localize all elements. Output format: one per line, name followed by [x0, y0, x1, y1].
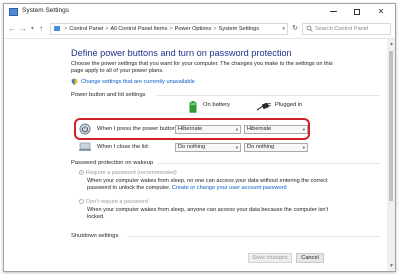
close-icon: ✕: [377, 7, 385, 16]
battery-icon: [189, 101, 197, 113]
lid-close-label: When I close the lid:: [97, 144, 150, 150]
lid-close-battery-value: Do nothing: [178, 144, 206, 150]
close-button[interactable]: ✕: [370, 4, 392, 20]
shutdown-section-title: Shutdown settings: [71, 233, 119, 239]
breadcrumb-system-settings[interactable]: System Settings: [219, 26, 259, 32]
recent-locations-button[interactable]: ▾: [31, 23, 34, 35]
address-dropdown-icon[interactable]: ▾: [282, 24, 285, 34]
cancel-button[interactable]: Cancel: [296, 253, 324, 263]
chevron-down-icon: ▾: [302, 127, 305, 132]
system-settings-window: System Settings ✕ ← → ▾ ↑ > Control Panel…: [3, 3, 396, 272]
require-password-desc-1: When your computer wakes from sleep, no …: [87, 178, 328, 184]
dont-require-password-option[interactable]: Don't require a password: [79, 199, 148, 205]
breadcrumb-power-options[interactable]: Power Options: [175, 26, 212, 32]
intro-text: Choose the power settings that you want …: [71, 61, 333, 74]
control-panel-icon: [54, 26, 60, 32]
address-bar[interactable]: > Control Panel > All Control Panel Items > P…: [50, 23, 288, 35]
breadcrumb-control-panel[interactable]: Control Panel: [69, 26, 103, 32]
lid-close-battery-select[interactable]: Do nothing ▾: [175, 143, 241, 152]
save-changes-button[interactable]: Save changes: [248, 253, 292, 263]
divider: [157, 95, 380, 96]
require-password-desc-row: password to unlock the computer. Create …: [87, 185, 287, 192]
power-button-battery-select[interactable]: Hibernate ▾: [175, 125, 241, 134]
maximize-button[interactable]: [346, 4, 368, 20]
lid-close-plugged-value: Do nothing: [247, 144, 275, 150]
power-button-battery-value: Hibernate: [178, 126, 203, 132]
change-settings-link[interactable]: Change settings that are currently unava…: [81, 79, 195, 85]
back-button[interactable]: ←: [8, 23, 16, 35]
power-button-plugged-value: Hibernate: [247, 126, 272, 132]
power-button-label: When I press the power button:: [97, 126, 178, 132]
lid-close-plugged-select[interactable]: Do nothing ▾: [244, 143, 308, 152]
title-bar: System Settings ✕: [4, 4, 395, 20]
breadcrumb-separator: >: [213, 26, 217, 32]
dont-require-password-label: Don't require a password: [86, 199, 149, 205]
divider: [157, 163, 380, 164]
control-panel-icon: [9, 8, 18, 16]
page-title: Define power buttons and turn on passwor…: [71, 48, 292, 58]
scrollbar-thumb[interactable]: [389, 51, 393, 201]
vertical-scrollbar[interactable]: ▲ ▼: [387, 39, 395, 271]
scroll-down-icon[interactable]: ▼: [389, 263, 394, 269]
divider: [127, 236, 380, 237]
maximize-icon: [354, 8, 360, 15]
minimize-icon: [329, 11, 337, 13]
password-section-title: Password protection on wakeup: [71, 160, 154, 166]
change-settings-row[interactable]: Change settings that are currently unava…: [71, 78, 195, 86]
search-box[interactable]: [302, 23, 391, 35]
address-row: ← → ▾ ↑ > Control Panel > All Control Panel…: [4, 21, 395, 39]
chevron-down-icon: ▾: [302, 145, 305, 150]
power-button-plugged-select[interactable]: Hibernate ▾: [244, 125, 308, 134]
dont-require-password-desc-2: locked.: [87, 214, 105, 220]
lid-icon: [79, 142, 91, 151]
plug-icon: [257, 103, 271, 111]
power-section-title: Power button and lid settings: [71, 92, 146, 98]
column-on-battery: On battery: [203, 102, 231, 108]
main-content: Define power buttons and turn on passwor…: [4, 39, 387, 271]
dont-require-password-desc-1: When your computer wakes from sleep, any…: [87, 207, 329, 213]
search-icon: [306, 25, 313, 35]
column-plugged-in: Plugged in: [275, 102, 303, 108]
breadcrumb-all-items[interactable]: All Control Panel Items: [110, 26, 167, 32]
up-button[interactable]: ↑: [39, 23, 43, 35]
forward-button[interactable]: →: [19, 23, 27, 35]
radio-require-password[interactable]: [79, 170, 84, 176]
require-password-desc-2: password to unlock the computer.: [87, 185, 171, 191]
shield-icon: [71, 78, 78, 85]
window-title: System Settings: [22, 7, 69, 14]
account-password-link[interactable]: Create or change your user account passw…: [172, 185, 287, 191]
breadcrumb-separator: >: [169, 26, 173, 32]
require-password-label: Require a password (recommended): [86, 170, 177, 176]
chevron-down-icon: ▾: [235, 145, 238, 150]
minimize-button[interactable]: [322, 4, 344, 20]
radio-dont-require-password[interactable]: [79, 199, 84, 205]
scroll-up-icon[interactable]: ▲: [389, 41, 394, 47]
power-icon: [79, 123, 91, 135]
chevron-down-icon: ▾: [235, 127, 238, 132]
require-password-option[interactable]: Require a password (recommended): [79, 170, 177, 176]
search-input[interactable]: [315, 25, 387, 33]
refresh-button[interactable]: ↻: [290, 23, 300, 35]
